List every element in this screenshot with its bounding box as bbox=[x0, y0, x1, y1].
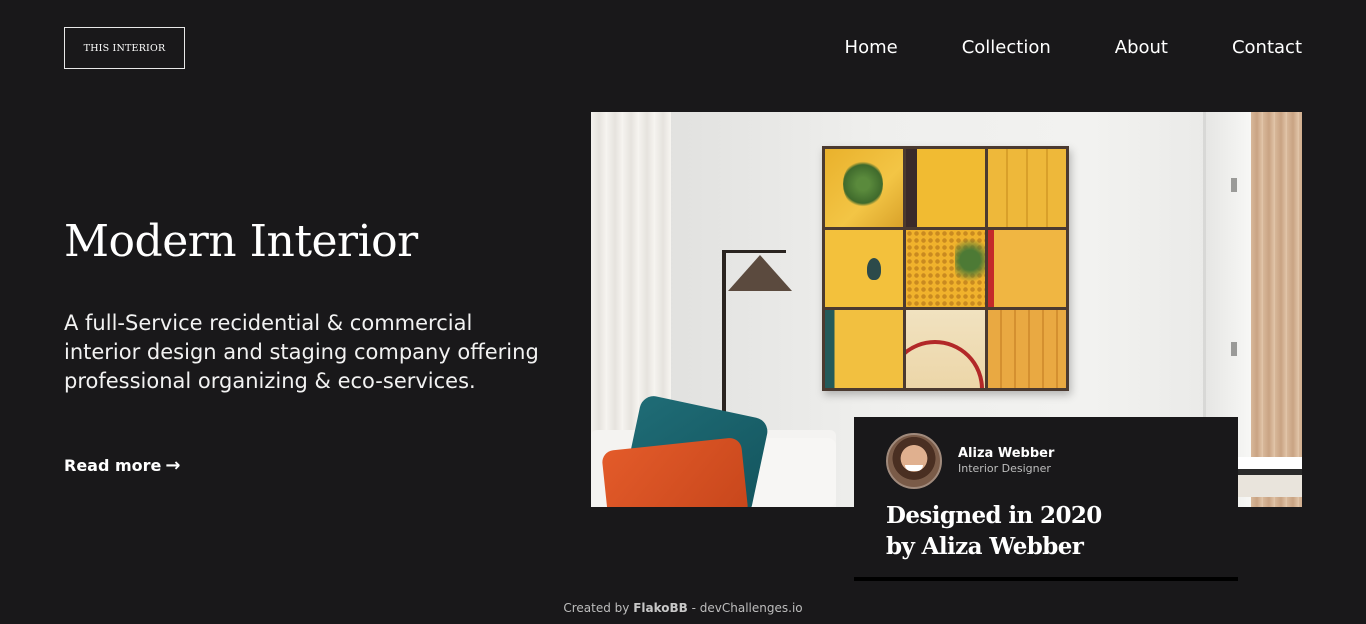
door-hinge-bottom bbox=[1231, 342, 1237, 356]
card-title-line2: by Aliza Webber bbox=[886, 533, 1084, 560]
arrow-right-icon: → bbox=[165, 455, 181, 476]
floor-lamp-shade bbox=[728, 255, 792, 291]
hero-description: A full-Service recidential & commercial … bbox=[64, 311, 539, 393]
wall-art-frame bbox=[822, 146, 1069, 391]
read-more-label: Read more bbox=[64, 456, 162, 475]
card-title: Designed in 2020 by Aliza Webber bbox=[886, 500, 1186, 562]
nav-contact[interactable]: Contact bbox=[1232, 36, 1302, 60]
footer-prefix: Created by bbox=[563, 601, 634, 615]
footer-author: FlakoBB bbox=[633, 601, 688, 615]
footer-credit: Created by FlakoBB - devChallenges.io bbox=[0, 601, 1366, 615]
art-tile bbox=[825, 310, 904, 388]
art-tile bbox=[987, 229, 1066, 308]
nav-collection[interactable]: Collection bbox=[962, 36, 1051, 60]
logo-link[interactable]: THIS INTERIOR bbox=[64, 27, 185, 69]
card-title-line1: Designed in 2020 bbox=[886, 502, 1102, 529]
art-tile bbox=[987, 310, 1066, 388]
art-tile bbox=[906, 229, 985, 308]
art-tile bbox=[987, 149, 1066, 227]
art-tile bbox=[825, 229, 904, 308]
books bbox=[1236, 457, 1302, 497]
art-tile bbox=[906, 310, 985, 388]
nav-home[interactable]: Home bbox=[845, 36, 898, 60]
floor-lamp-arm bbox=[722, 250, 786, 253]
designer-role: Interior Designer bbox=[958, 462, 1051, 475]
footer-suffix: - devChallenges.io bbox=[687, 601, 803, 615]
read-more-link[interactable]: Read more → bbox=[64, 455, 181, 476]
designer-name: Aliza Webber bbox=[958, 446, 1055, 461]
curtain-right bbox=[1251, 112, 1302, 507]
nav-about[interactable]: About bbox=[1115, 36, 1168, 60]
designer-card: Aliza Webber Interior Designer Designed … bbox=[854, 417, 1238, 581]
main-nav: Home Collection About Contact bbox=[845, 36, 1302, 60]
art-tile bbox=[906, 149, 985, 227]
art-tile bbox=[825, 149, 904, 227]
hero-title: Modern Interior bbox=[64, 216, 418, 267]
door-hinge-top bbox=[1231, 178, 1237, 192]
avatar bbox=[886, 433, 942, 489]
